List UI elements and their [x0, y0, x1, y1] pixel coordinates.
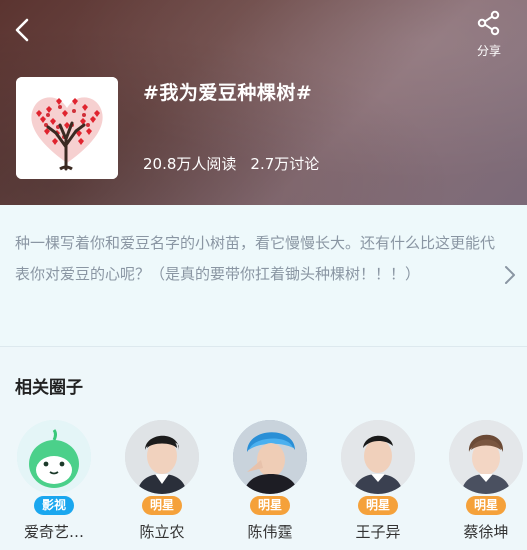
person-photo [125, 420, 199, 494]
circle-item[interactable]: 明星 王子异 [332, 420, 424, 542]
topic-cover-image [16, 77, 118, 179]
avatar [341, 420, 415, 494]
circle-item[interactable]: 明星 蔡徐坤 [440, 420, 527, 542]
avatar [125, 420, 199, 494]
share-icon [477, 10, 500, 36]
circle-name: 爱奇艺… [23, 523, 84, 541]
avatar [449, 420, 523, 494]
person-photo [341, 420, 415, 494]
discussion-count: 2.7万讨论 [250, 155, 320, 173]
circle-name: 蔡徐坤 [463, 523, 509, 541]
back-button[interactable] [10, 14, 38, 46]
circle-item[interactable]: 明星 陈伟霆 [224, 420, 316, 542]
topic-title: #我为爱豆种棵树# [143, 82, 313, 104]
circle-name: 陈伟霆 [247, 523, 293, 541]
circle-item[interactable]: 明星 陈立农 [116, 420, 208, 542]
circle-name: 陈立农 [139, 523, 185, 541]
divider [0, 346, 527, 347]
circle-name: 王子异 [355, 523, 401, 541]
topic-header: 分享 #我为爱豆种棵树# 20.8万人阅读 2.7万讨论 [0, 0, 527, 205]
person-photo [449, 420, 523, 494]
read-count: 20.8万人阅读 [143, 155, 237, 173]
heart-tree-illustration [16, 77, 118, 179]
topic-description[interactable]: 种一棵写着你和爱豆名字的小树苗，看它慢慢长大。还有什么比这更能代表你对爱豆的心呢… [0, 205, 527, 346]
category-badge: 明星 [357, 496, 398, 515]
description-text: 种一棵写着你和爱豆名字的小树苗，看它慢慢长大。还有什么比这更能代表你对爱豆的心呢… [15, 234, 496, 283]
category-badge: 影视 [33, 496, 74, 515]
circle-item[interactable]: 影视 爱奇艺… [8, 420, 100, 542]
related-circles-title: 相关圈子 [15, 378, 83, 398]
avatar [17, 420, 91, 494]
person-photo [233, 420, 307, 494]
share-button[interactable]: 分享 [469, 10, 509, 58]
chevron-left-icon [15, 18, 29, 42]
category-badge: 明星 [249, 496, 290, 515]
topic-stats: 20.8万人阅读 2.7万讨论 [143, 153, 319, 174]
related-circles-list: 影视 爱奇艺… 明星 陈立农 明星 陈伟霆 明星 王子异 明星 蔡徐坤 [0, 420, 527, 550]
mascot-icon [17, 420, 91, 494]
avatar [233, 420, 307, 494]
chevron-right-icon [505, 266, 515, 284]
share-label: 分享 [476, 44, 501, 58]
category-badge: 明星 [465, 496, 506, 515]
category-badge: 明星 [141, 496, 182, 515]
